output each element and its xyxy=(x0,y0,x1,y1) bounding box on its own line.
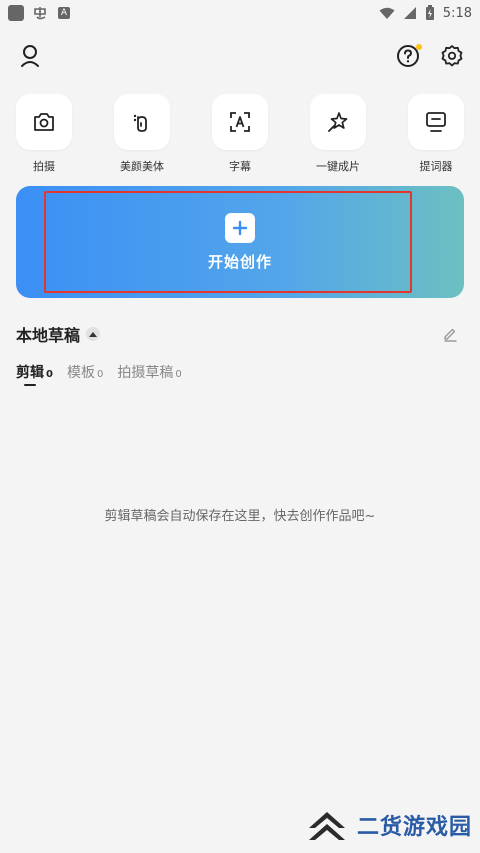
draft-tabs: 剪辑 0 模板 0 拍摄草稿 0 xyxy=(16,362,182,390)
quick-action-caption[interactable]: 字幕 xyxy=(212,94,268,174)
empty-drafts-message: 剪辑草稿会自动保存在这里，快去创作作品吧~ xyxy=(104,509,376,524)
plus-icon xyxy=(232,220,248,235)
signal-icon xyxy=(403,7,416,19)
camera-icon xyxy=(34,113,54,131)
app-notification-icon xyxy=(8,5,24,21)
watermark: 二货游戏园 xyxy=(305,803,472,847)
quick-action-label: 一键成片 xyxy=(316,160,360,173)
battery-icon xyxy=(425,5,434,20)
collapse-icon xyxy=(86,327,101,341)
teleprompter-icon xyxy=(426,112,446,132)
tab-count: 0 xyxy=(96,369,104,380)
wifi-icon xyxy=(379,7,395,19)
quick-action-beauty[interactable]: 美颜美体 xyxy=(114,94,170,174)
profile-button[interactable] xyxy=(16,42,44,70)
start-create-button[interactable]: 开始创作 xyxy=(16,186,464,298)
start-create-label: 开始创作 xyxy=(207,252,272,271)
quick-actions: 拍摄 美颜美体 字幕 一键成片 提词器 xyxy=(0,94,480,174)
quick-action-one-click[interactable]: 一键成片 xyxy=(310,94,366,174)
quick-action-label: 提词器 xyxy=(419,160,453,173)
tab-edit[interactable]: 剪辑 0 xyxy=(16,362,53,386)
top-bar xyxy=(0,38,480,74)
tab-shoot-drafts[interactable]: 拍摄草稿 0 xyxy=(117,362,181,382)
quick-action-tile[interactable] xyxy=(310,94,366,150)
quick-action-tile[interactable] xyxy=(114,94,170,150)
quick-action-label: 美颜美体 xyxy=(120,160,164,173)
letter-notification-icon: A xyxy=(58,7,70,19)
tab-count: 0 xyxy=(46,369,53,380)
watermark-text: 二货游戏园 xyxy=(356,815,472,840)
status-left: A xyxy=(8,5,70,21)
pencil-icon xyxy=(444,328,457,342)
settings-button[interactable] xyxy=(438,42,466,70)
tab-template[interactable]: 模板 0 xyxy=(67,362,103,382)
quick-action-tile[interactable] xyxy=(16,94,72,150)
caption-icon xyxy=(230,112,250,132)
notification-dot xyxy=(416,44,422,50)
tab-label: 模板 xyxy=(66,365,95,381)
quick-action-teleprompter[interactable]: 提词器 xyxy=(408,94,464,174)
edit-drafts-button[interactable] xyxy=(436,320,464,348)
tab-label: 拍摄草稿 xyxy=(117,365,174,381)
chat-notification-icon xyxy=(34,7,46,20)
quick-action-tile[interactable] xyxy=(408,94,464,150)
status-bar: A 5:18 xyxy=(0,0,480,26)
drafts-title-toggle[interactable]: 本地草稿 xyxy=(16,322,101,346)
user-icon xyxy=(21,45,39,67)
help-button[interactable] xyxy=(394,42,422,70)
top-bar-actions xyxy=(394,42,466,70)
status-right: 5:18 xyxy=(379,5,472,21)
quick-action-label: 拍摄 xyxy=(33,160,55,173)
gear-icon xyxy=(441,45,463,67)
tab-count: 0 xyxy=(175,369,182,380)
magic-star-icon xyxy=(328,112,348,132)
quick-action-label: 字幕 xyxy=(229,160,251,173)
plus-box xyxy=(225,212,255,243)
drafts-header: 本地草稿 xyxy=(16,322,464,346)
quick-action-tile[interactable] xyxy=(212,94,268,150)
quick-action-shoot[interactable]: 拍摄 xyxy=(16,94,72,174)
beauty-icon xyxy=(133,114,147,132)
drafts-title: 本地草稿 xyxy=(16,326,81,345)
clock: 5:18 xyxy=(442,5,472,21)
watermark-logo-icon xyxy=(308,812,345,840)
tab-label: 剪辑 xyxy=(16,365,44,381)
